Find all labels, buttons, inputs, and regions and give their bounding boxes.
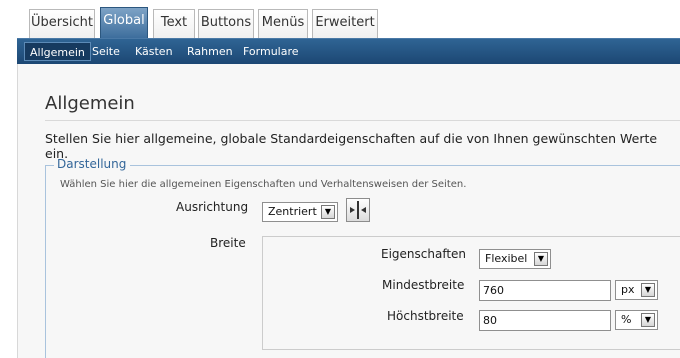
hoechstbreite-unit-select[interactable]: % ▼: [615, 310, 658, 330]
align-center-button[interactable]: [346, 198, 370, 222]
sub-navigation: Allgemein Seite Kästen Rahmen Formulare: [17, 38, 680, 64]
fieldset-border-top-right: [130, 165, 680, 166]
title-divider: [45, 120, 680, 121]
tab-text[interactable]: Text: [153, 9, 195, 38]
app-window: Übersicht Global Text Buttons Menüs Erwe…: [0, 0, 680, 358]
fieldset-legend: Darstellung: [57, 157, 127, 171]
eigenschaften-value: Flexibel: [485, 252, 528, 265]
subnav-item-rahmen[interactable]: Rahmen: [182, 42, 238, 61]
mindestbreite-unit-select[interactable]: px ▼: [615, 280, 658, 300]
subnav-item-formulare[interactable]: Formulare: [238, 42, 304, 61]
tab-erweitert[interactable]: Erweitert: [312, 9, 378, 38]
mindestbreite-label: Mindestbreite: [382, 278, 465, 292]
ausrichtung-label: Ausrichtung: [176, 200, 249, 214]
chevron-down-icon: ▼: [641, 283, 655, 297]
fieldset-description: Wählen Sie hier die allgemeinen Eigensch…: [60, 179, 467, 190]
subnav-item-kaesten[interactable]: Kästen: [130, 42, 178, 61]
ausrichtung-value: Zentriert: [268, 205, 317, 218]
chevron-down-icon: ▼: [321, 205, 335, 219]
tab-menues[interactable]: Menüs: [258, 9, 308, 38]
hoechstbreite-input[interactable]: 80: [479, 310, 611, 331]
eigenschaften-label: Eigenschaften: [381, 247, 467, 261]
hoechstbreite-unit-value: %: [621, 313, 632, 326]
page-title: Allgemein: [45, 93, 135, 114]
hoechstbreite-label: Höchstbreite: [387, 309, 464, 323]
content-panel: Allgemein Stellen Sie hier allgemeine, g…: [17, 64, 680, 358]
subnav-item-allgemein[interactable]: Allgemein: [24, 42, 91, 61]
tab-global[interactable]: Global: [100, 7, 148, 40]
align-center-icon: [350, 201, 366, 219]
mindestbreite-unit-value: px: [621, 283, 635, 296]
fieldset-border-left: [45, 165, 46, 358]
tab-buttons[interactable]: Buttons: [198, 9, 254, 38]
main-tabs: Übersicht Global Text Buttons Menüs Erwe…: [0, 0, 680, 40]
eigenschaften-select[interactable]: Flexibel ▼: [479, 249, 551, 269]
page-intro: Stellen Sie hier allgemeine, globale Sta…: [45, 131, 658, 161]
tab-uebersicht[interactable]: Übersicht: [29, 9, 95, 38]
fieldset-border-top-left: [45, 165, 54, 166]
mindestbreite-input[interactable]: 760: [479, 280, 611, 301]
breite-panel: Eigenschaften Flexibel ▼ Mindestbreite 7…: [262, 236, 680, 350]
breite-label: Breite: [210, 236, 246, 250]
chevron-down-icon: ▼: [641, 313, 655, 327]
subnav-item-seite[interactable]: Seite: [87, 42, 125, 61]
ausrichtung-select[interactable]: Zentriert ▼: [262, 202, 338, 222]
chevron-down-icon: ▼: [534, 252, 548, 266]
